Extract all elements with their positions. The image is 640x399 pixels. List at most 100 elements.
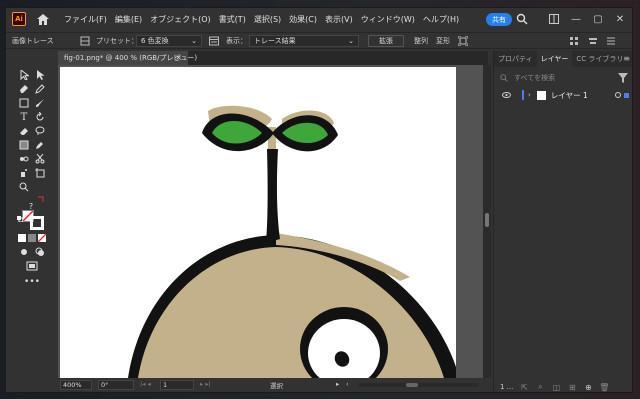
swap-colors-icon[interactable] xyxy=(38,196,44,202)
tools-panel: T ? ••• xyxy=(16,66,56,291)
rotation-field[interactable]: 0° xyxy=(98,380,134,390)
menu-edit[interactable]: 編集(E) xyxy=(111,14,146,25)
delete-layer-icon[interactable]: 🗑 xyxy=(599,382,609,392)
maximize-button[interactable]: ▢ xyxy=(590,11,606,27)
preset-label: プリセット： xyxy=(96,37,138,45)
menu-select[interactable]: 選択(S) xyxy=(250,14,285,25)
play-icon[interactable]: ▸ xyxy=(336,380,339,388)
menu-help[interactable]: ヘルプ(H) xyxy=(419,14,463,25)
blend-tool-icon[interactable] xyxy=(18,153,30,165)
artboard-number-field[interactable]: 1 xyxy=(160,380,194,390)
default-colors-icon[interactable] xyxy=(17,216,23,222)
search-icon[interactable] xyxy=(516,13,528,25)
target-icon[interactable] xyxy=(615,92,621,98)
menu-bar: Ai ファイル(F) 編集(E) オブジェクト(O) 書式(T) 選択(S) 効… xyxy=(6,8,632,30)
panel-menu-icon[interactable]: ≡ xyxy=(623,54,630,63)
eyedropper-tool-icon[interactable] xyxy=(34,139,46,151)
scroll-thumb[interactable] xyxy=(485,213,489,227)
view-label: 表示： xyxy=(226,37,247,45)
canvas-area[interactable] xyxy=(58,65,483,378)
more-tools-icon[interactable]: ••• xyxy=(24,276,40,288)
draw-behind-icon[interactable] xyxy=(34,246,46,258)
traced-artwork[interactable] xyxy=(60,67,456,378)
view-select[interactable]: トレース結果 ⌄ xyxy=(249,35,359,47)
preset-value: 6 色変換 xyxy=(141,37,169,45)
menu-object[interactable]: オブジェクト(O) xyxy=(146,14,215,25)
control-bar: 画像トレース プリセット： 6 色変換 ⌄ 表示： トレース結果 ⌄ 拡張 整列… xyxy=(6,32,632,49)
new-layer-icon[interactable]: ⊕ xyxy=(583,382,593,392)
lasso-tool-icon[interactable] xyxy=(34,125,46,137)
menu-type[interactable]: 書式(T) xyxy=(215,14,250,25)
isolate-icon[interactable] xyxy=(457,35,469,47)
eraser-tool-icon[interactable] xyxy=(18,125,30,137)
zoom-tool-icon[interactable] xyxy=(18,181,30,193)
screen-mode-icon[interactable] xyxy=(26,260,38,272)
filter-icon[interactable] xyxy=(618,73,628,83)
paintbrush-tool-icon[interactable] xyxy=(34,97,46,109)
locate-object-icon[interactable]: ⌕ xyxy=(535,382,545,392)
direct-selection-tool-icon[interactable] xyxy=(34,69,46,81)
new-sublayer-icon[interactable]: ⊞ xyxy=(567,382,577,392)
export-icon[interactable]: ⇱ xyxy=(519,382,529,392)
status-text: 選択 xyxy=(270,382,283,390)
rectangle-tool-icon[interactable] xyxy=(18,97,30,109)
selection-indicator[interactable] xyxy=(624,92,629,98)
control-bar-title: 画像トレース xyxy=(12,37,54,45)
gradient-mode-icon[interactable] xyxy=(28,234,36,242)
tab-layers[interactable]: レイヤー xyxy=(536,51,573,67)
expand-layer-icon[interactable]: › xyxy=(528,91,531,99)
main-menu: ファイル(F) 編集(E) オブジェクト(O) 書式(T) 選択(S) 効果(C… xyxy=(60,14,463,25)
minimize-button[interactable]: — xyxy=(568,11,584,27)
pen-tool-icon[interactable] xyxy=(18,83,30,95)
close-tab-icon[interactable]: × xyxy=(175,53,182,62)
menu-effect[interactable]: 効果(C) xyxy=(285,14,321,25)
visibility-eye-icon[interactable] xyxy=(502,91,511,100)
layer-row[interactable]: › レイヤー 1 xyxy=(494,88,632,102)
layer-name[interactable]: レイヤー 1 xyxy=(551,90,588,101)
search-placeholder: すべてを検索 xyxy=(514,74,556,82)
trace-panel-icon[interactable] xyxy=(80,36,90,46)
type-tool-icon[interactable]: T xyxy=(18,111,30,123)
symbol-sprayer-tool-icon[interactable] xyxy=(18,167,30,179)
zoom-field[interactable]: 400% xyxy=(60,380,92,390)
expand-button[interactable]: 拡張 xyxy=(368,35,404,47)
search-icon xyxy=(500,74,508,82)
menu-view[interactable]: 表示(V) xyxy=(321,14,357,25)
last-artboard-icon[interactable]: ▸ ▸| xyxy=(200,380,211,388)
stroke-color-swatch[interactable] xyxy=(30,216,44,230)
close-window-button[interactable]: ✕ xyxy=(612,11,628,27)
clipping-mask-icon[interactable]: ◫ xyxy=(551,382,561,392)
share-button[interactable]: 共有 xyxy=(486,13,512,26)
vertical-scrollbar[interactable] xyxy=(483,65,491,378)
transform-link[interactable]: 変形 xyxy=(436,36,450,46)
layers-search-input[interactable]: すべてを検索 xyxy=(500,72,610,84)
drawing-mode-icon[interactable] xyxy=(18,246,30,258)
none-mode-icon[interactable] xyxy=(38,234,46,242)
scissors-tool-icon[interactable] xyxy=(34,153,46,165)
preset-select[interactable]: 6 色変換 ⌄ xyxy=(136,35,202,47)
arrange-documents-icon[interactable] xyxy=(546,11,562,27)
align-panel-icon[interactable] xyxy=(588,36,598,46)
rotate-tool-icon[interactable] xyxy=(34,111,46,123)
tab-cc-libraries[interactable]: CC ライブラリ xyxy=(572,51,627,67)
menu-icon[interactable] xyxy=(606,36,616,46)
tab-properties[interactable]: プロパティ xyxy=(494,51,537,67)
color-mode-icon[interactable] xyxy=(18,234,26,242)
artboard[interactable] xyxy=(60,67,456,378)
horizontal-scrollbar[interactable] xyxy=(358,383,478,387)
horizontal-scroll-thumb[interactable] xyxy=(406,383,418,387)
chevron-left-icon[interactable]: ‹ xyxy=(346,380,349,388)
menu-window[interactable]: ウィンドウ(W) xyxy=(357,14,419,25)
menu-file[interactable]: ファイル(F) xyxy=(60,14,111,25)
pencil-tool-icon[interactable] xyxy=(34,83,46,95)
selection-tool-icon[interactable] xyxy=(18,69,30,81)
arrange-grid-icon[interactable] xyxy=(569,36,579,46)
document-tab[interactable]: fig-01.png* @ 400 % (RGB/プレビュー) × xyxy=(58,51,197,65)
align-link[interactable]: 整列 xyxy=(414,36,428,46)
panel-tabs: プロパティ レイヤー CC ライブラリ xyxy=(494,51,632,67)
first-artboard-icon[interactable]: |◂ ◂ xyxy=(140,380,151,388)
gradient-tool-icon[interactable] xyxy=(18,139,30,151)
artboard-tool-icon[interactable] xyxy=(34,167,46,179)
image-trace-panel-icon[interactable] xyxy=(209,36,219,46)
home-icon[interactable] xyxy=(36,12,50,26)
